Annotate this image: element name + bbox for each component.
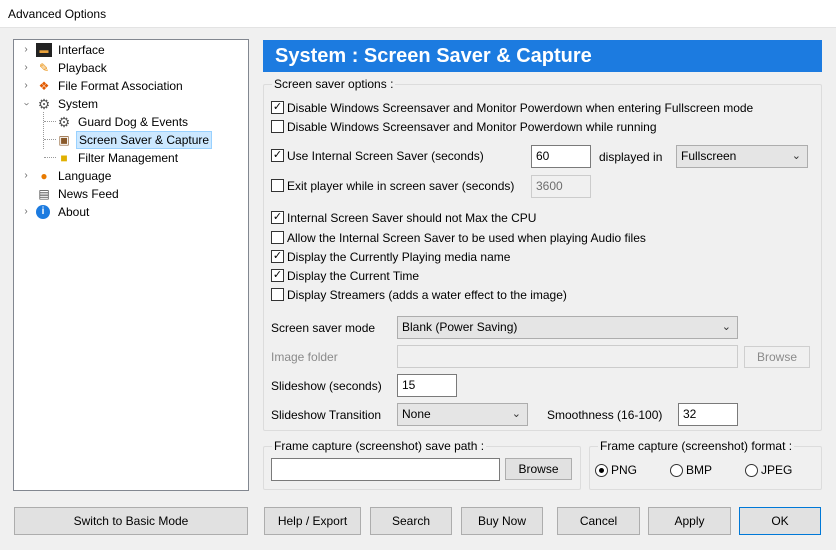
tree-line (44, 157, 56, 158)
news-icon: ▤ (38, 187, 50, 201)
chevron-down-icon: ⌄ (791, 150, 801, 162)
tree-item-label: Screen Saver & Capture (76, 131, 213, 149)
expand-icon[interactable]: › (20, 41, 32, 59)
expand-icon[interactable]: › (20, 77, 32, 95)
group-title: Frame capture (screenshot) save path : (272, 439, 487, 453)
pencil-icon: ✎ (38, 61, 50, 75)
checkbox-label: Disable Windows Screensaver and Monitor … (287, 101, 754, 115)
checkbox-checked[interactable]: ✓ (271, 250, 284, 263)
buy-now-button[interactable]: Buy Now (461, 507, 543, 535)
radio-unselected[interactable] (745, 464, 758, 477)
expand-icon[interactable]: › (20, 59, 32, 77)
tree-item-label: Language (58, 169, 112, 183)
apply-button[interactable]: Apply (648, 507, 731, 535)
tree-item-label: Guard Dog & Events (78, 115, 189, 129)
tree-line (43, 112, 44, 149)
collapse-icon[interactable]: › (17, 98, 35, 110)
expand-icon[interactable]: › (20, 167, 32, 185)
chevron-down-icon: ⌄ (511, 408, 521, 420)
expand-icon[interactable]: › (20, 203, 32, 221)
displayed-in-select[interactable]: Fullscreen ⌄ (676, 145, 808, 168)
checkbox-label: Display Streamers (adds a water effect t… (287, 288, 567, 302)
screen-saver-mode-select[interactable]: Blank (Power Saving) ⌄ (397, 316, 738, 339)
checkbox-unchecked[interactable] (271, 179, 284, 192)
select-value: Blank (Power Saving) (402, 320, 518, 334)
slideshow-transition-select[interactable]: None ⌄ (397, 403, 528, 426)
checkbox-unchecked[interactable] (271, 120, 284, 133)
checkbox-checked[interactable]: ✓ (271, 269, 284, 282)
image-folder-input[interactable] (397, 345, 738, 368)
checkbox-label: Internal Screen Saver should not Max the… (287, 211, 537, 225)
tree-item-label: Interface (58, 43, 105, 57)
radio-label: BMP (686, 463, 713, 477)
tree-line (44, 121, 56, 122)
exit-seconds-input[interactable]: 3600 (531, 175, 591, 198)
radio-label: JPEG (761, 463, 793, 477)
capture-path-input[interactable] (271, 458, 500, 481)
radio-unselected[interactable] (670, 464, 683, 477)
checkbox-unchecked[interactable] (271, 288, 284, 301)
ok-button[interactable]: OK (739, 507, 821, 535)
displayed-in-label: displayed in (599, 150, 663, 164)
checkbox-checked[interactable]: ✓ (271, 101, 284, 114)
cancel-button[interactable]: Cancel (557, 507, 640, 535)
info-icon: i (36, 205, 50, 219)
image-folder-browse-button[interactable]: Browse (744, 346, 810, 368)
checkbox-label: Display the Current Time (287, 269, 420, 283)
chevron-down-icon: ⌄ (721, 321, 731, 333)
gear-icon: ⚙ (37, 96, 51, 112)
checkbox-label: Allow the Internal Screen Saver to be us… (287, 231, 646, 245)
internal-seconds-input[interactable]: 60 (531, 145, 591, 168)
slideshow-seconds-input[interactable]: 15 (397, 374, 457, 397)
smoothness-label: Smoothness (16-100) (547, 408, 663, 422)
gear-icon: ⚙ (57, 114, 71, 130)
capture-path-browse-button[interactable]: Browse (505, 458, 572, 480)
tree-item-label: Filter Management (78, 151, 179, 165)
slideshow-seconds-label: Slideshow (seconds) (271, 379, 382, 393)
select-value: None (402, 407, 431, 421)
checkbox-label: Use Internal Screen Saver (seconds) (287, 149, 484, 163)
slideshow-transition-label: Slideshow Transition (271, 408, 382, 422)
folder-icon: ■ (60, 151, 68, 165)
screen-saver-mode-label: Screen saver mode (271, 321, 376, 335)
options-tree[interactable]: › ▬ Interface › ✎ Playback › ❖ File Form… (13, 39, 249, 491)
radio-selected[interactable] (595, 464, 608, 477)
tree-item-label: News Feed (58, 187, 119, 201)
tree-item-label: About (58, 205, 90, 219)
checkbox-checked[interactable]: ✓ (271, 211, 284, 224)
screensaver-icon: ▣ (58, 133, 70, 147)
monitor-icon: ▬ (36, 43, 52, 57)
checkbox-unchecked[interactable] (271, 231, 284, 244)
smoothness-input[interactable]: 32 (678, 403, 738, 426)
page-title: System : Screen Saver & Capture (263, 40, 822, 72)
help-export-button[interactable]: Help / Export (264, 507, 361, 535)
radio-label: PNG (611, 463, 638, 477)
association-icon: ❖ (38, 79, 50, 93)
tree-item-label: Playback (58, 61, 107, 75)
title-bar: Advanced Options (0, 0, 836, 28)
tree-item-label: File Format Association (58, 79, 183, 93)
checkbox-label: Display the Currently Playing media name (287, 250, 511, 264)
image-folder-label: Image folder (271, 350, 338, 364)
checkbox-label: Disable Windows Screensaver and Monitor … (287, 120, 657, 134)
checkbox-label: Exit player while in screen saver (secon… (287, 179, 515, 193)
tree-item-label: System (58, 97, 99, 111)
select-value: Fullscreen (681, 149, 737, 163)
search-button[interactable]: Search (370, 507, 452, 535)
group-title: Screen saver options : (272, 77, 396, 91)
checkbox-checked[interactable]: ✓ (271, 149, 284, 162)
group-title: Frame capture (screenshot) format : (598, 439, 795, 453)
window-title: Advanced Options (8, 7, 107, 21)
switch-basic-mode-button[interactable]: Switch to Basic Mode (14, 507, 248, 535)
tree-line (44, 139, 56, 140)
speech-bubble-icon: ● (40, 169, 48, 183)
